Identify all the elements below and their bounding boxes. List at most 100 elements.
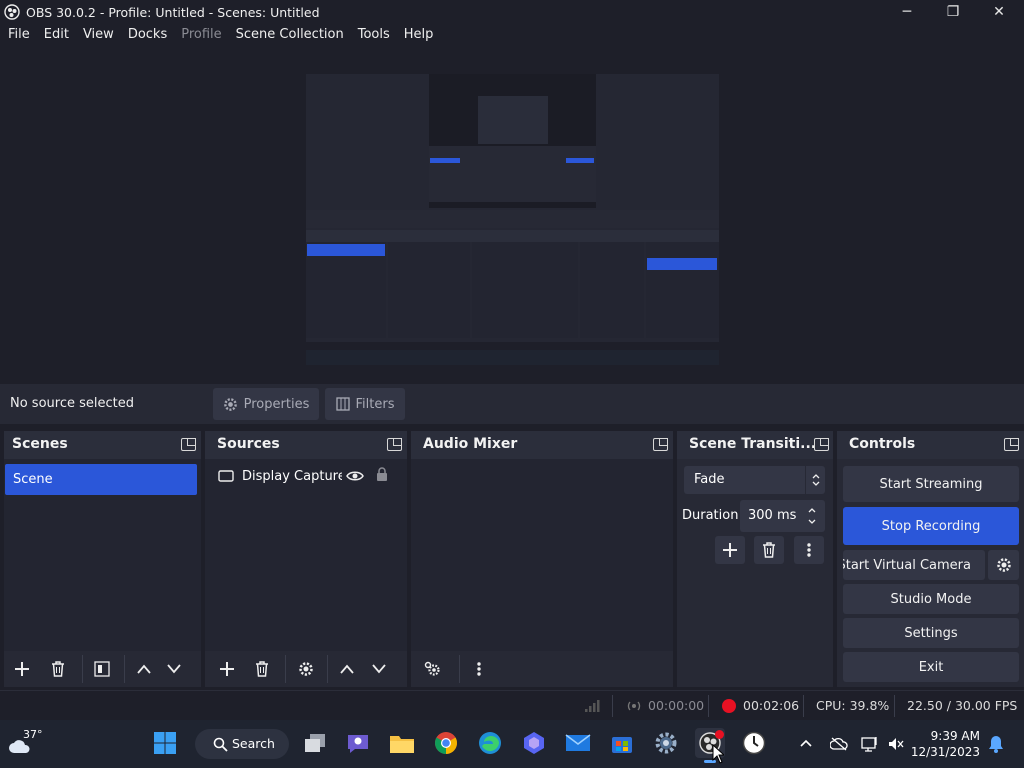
gear-icon: [655, 732, 677, 754]
trash-icon: [256, 661, 268, 677]
chat-icon: [348, 735, 368, 753]
maximize-button[interactable]: ❐: [930, 0, 976, 24]
settings-app-button[interactable]: [651, 728, 681, 758]
chrome-button[interactable]: [431, 728, 461, 758]
remove-transition-button[interactable]: [754, 536, 784, 564]
menu-view[interactable]: View: [76, 24, 121, 46]
display-icon[interactable]: [861, 735, 879, 753]
scene-item[interactable]: Scene: [5, 464, 197, 495]
menu-edit[interactable]: Edit: [37, 24, 76, 46]
volume-muted-icon[interactable]: [888, 736, 904, 752]
onedrive-offline-icon[interactable]: [830, 736, 848, 752]
undock-icon[interactable]: [1004, 438, 1019, 451]
settings-button[interactable]: Settings: [843, 618, 1019, 648]
audio-mixer-dock: Audio Mixer: [411, 431, 673, 687]
undock-icon[interactable]: [387, 438, 402, 451]
no-source-label: No source selected: [10, 396, 134, 411]
move-scene-up-button[interactable]: [124, 655, 158, 683]
menu-scene-collection[interactable]: Scene Collection: [229, 24, 351, 46]
scene-filters-button[interactable]: [82, 655, 116, 683]
close-icon: ✕: [993, 4, 1005, 20]
add-source-button[interactable]: [213, 655, 241, 683]
file-explorer-button[interactable]: [387, 728, 417, 758]
undock-icon[interactable]: [653, 438, 668, 451]
clock-date[interactable]: 12/31/2023: [910, 745, 980, 759]
move-source-down-button[interactable]: [365, 655, 393, 683]
virtual-camera-config-button[interactable]: [988, 550, 1019, 580]
copilot-button[interactable]: [519, 728, 549, 758]
add-transition-button[interactable]: [715, 536, 745, 564]
menu-profile[interactable]: Profile: [174, 24, 228, 46]
start-streaming-button[interactable]: Start Streaming: [843, 466, 1019, 502]
trash-icon: [52, 661, 64, 677]
menu-docks[interactable]: Docks: [121, 24, 174, 46]
menu-tools[interactable]: Tools: [351, 24, 397, 46]
duration-label: Duration: [682, 508, 739, 523]
audio-mixer-toolbar: [411, 651, 673, 687]
source-item[interactable]: Display Capture: [205, 465, 407, 489]
monitor-icon: [218, 470, 234, 482]
teams-chat-button[interactable]: [343, 728, 373, 758]
preview-canvas[interactable]: [306, 54, 719, 365]
sources-toolbar: [205, 651, 407, 687]
scenes-list[interactable]: Scene: [4, 459, 201, 659]
undock-icon[interactable]: [814, 438, 829, 451]
cpu-usage: CPU: 39.8%: [816, 698, 890, 713]
remove-scene-button[interactable]: [44, 655, 72, 683]
task-view-icon: [305, 734, 325, 752]
filter-icon: [335, 397, 350, 411]
windows-logo-icon: [154, 732, 176, 754]
chevron-up-icon[interactable]: [799, 738, 813, 748]
filters-label: Filters: [355, 396, 395, 412]
move-scene-down-button[interactable]: [160, 655, 188, 683]
transition-properties-button[interactable]: [794, 536, 824, 564]
move-source-up-button[interactable]: [327, 655, 361, 683]
window-title: OBS 30.0.2 - Profile: Untitled - Scenes:…: [26, 4, 320, 20]
menu-help[interactable]: Help: [397, 24, 441, 46]
start-button[interactable]: [150, 728, 180, 758]
properties-button[interactable]: Properties: [213, 388, 319, 420]
start-virtual-camera-button[interactable]: Start Virtual Camera: [843, 550, 985, 580]
weather-widget[interactable]: 37°: [6, 726, 46, 762]
plus-icon: [723, 543, 737, 557]
stop-recording-button[interactable]: Stop Recording: [843, 507, 1019, 545]
audio-menu-button[interactable]: [459, 655, 493, 683]
scene-transitions-header: Scene Transiti...: [677, 431, 833, 459]
minimize-icon: ─: [902, 4, 912, 20]
exit-label: Exit: [918, 659, 944, 675]
studio-mode-label: Studio Mode: [890, 591, 972, 607]
preview-area[interactable]: [0, 46, 1024, 380]
gears-icon: [424, 661, 440, 676]
sources-list[interactable]: Display Capture: [205, 459, 407, 659]
close-button[interactable]: ✕: [976, 0, 1022, 24]
studio-mode-button[interactable]: Studio Mode: [843, 584, 1019, 614]
filters-button[interactable]: Filters: [325, 388, 405, 420]
gear-icon: [996, 558, 1011, 572]
remove-source-button[interactable]: [248, 655, 276, 683]
transition-select[interactable]: Fade: [684, 466, 825, 494]
clock-time[interactable]: 9:39 AM: [918, 729, 980, 743]
edge-button[interactable]: [475, 728, 505, 758]
undock-icon[interactable]: [181, 438, 196, 451]
gear-icon: [298, 662, 313, 676]
add-scene-button[interactable]: [8, 655, 36, 683]
scene-transitions-body: Fade Duration 300 ms: [677, 459, 833, 659]
notification-bell-icon[interactable]: [988, 735, 1004, 753]
mail-button[interactable]: [563, 728, 593, 758]
controls-header: Controls: [837, 431, 1024, 459]
task-view-button[interactable]: [300, 728, 330, 758]
store-button[interactable]: [607, 728, 637, 758]
clock-app-button[interactable]: [739, 728, 769, 758]
duration-spinbox[interactable]: 300 ms: [740, 500, 825, 532]
exit-button[interactable]: Exit: [843, 652, 1019, 682]
source-properties-button[interactable]: [285, 655, 321, 683]
start-streaming-label: Start Streaming: [879, 476, 983, 492]
lock-icon[interactable]: [376, 467, 388, 482]
eye-icon[interactable]: [346, 469, 364, 483]
mail-icon: [565, 734, 591, 751]
spin-arrows-icon[interactable]: [807, 506, 817, 526]
search-box[interactable]: Search: [195, 729, 289, 759]
menu-file[interactable]: File: [0, 24, 37, 46]
audio-settings-button[interactable]: [419, 655, 447, 683]
minimize-button[interactable]: ─: [884, 0, 930, 24]
